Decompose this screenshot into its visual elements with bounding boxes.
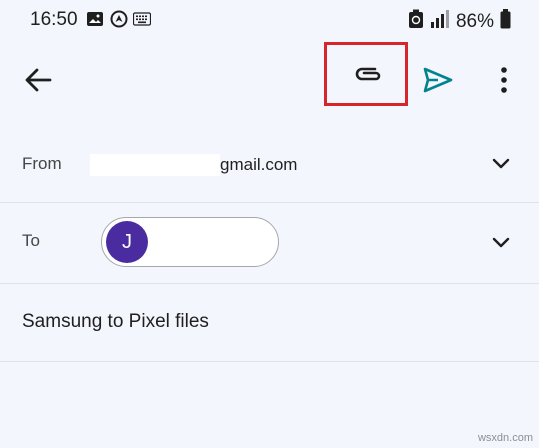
redacted-text [90, 154, 220, 176]
chevron-down-icon[interactable] [491, 233, 511, 253]
subject-text[interactable]: Samsung to Pixel files [22, 311, 209, 333]
from-field[interactable]: From gmail.com [0, 126, 539, 202]
to-label: To [22, 231, 40, 250]
status-time: 16:50 [30, 9, 78, 30]
back-button[interactable] [22, 64, 54, 96]
divider [0, 361, 539, 362]
more-options-button[interactable] [492, 62, 516, 98]
subject-field[interactable]: Samsung to Pixel files [0, 284, 539, 362]
keyboard-icon [132, 12, 152, 31]
more-vert-icon [501, 67, 507, 93]
send-button[interactable] [420, 62, 456, 98]
from-label: From [22, 154, 62, 173]
compose-toolbar [0, 40, 539, 120]
recipient-chip[interactable]: J [101, 217, 279, 267]
avatar: J [106, 221, 148, 263]
paperclip-icon [355, 67, 381, 81]
battery-icon [500, 9, 511, 35]
status-bar: 16:50 86% [0, 0, 539, 40]
back-arrow-icon [25, 68, 52, 92]
battery-text: 86% [455, 11, 494, 32]
from-address: gmail.com [90, 154, 297, 176]
recycle-icon [408, 9, 424, 35]
location-icon [110, 10, 128, 33]
to-field[interactable]: To J [0, 203, 539, 283]
attach-button[interactable] [324, 42, 408, 106]
signal-icon [430, 10, 450, 34]
from-address-domain: gmail.com [220, 155, 298, 174]
chevron-down-icon[interactable] [491, 154, 511, 174]
redacted-text [158, 232, 258, 250]
watermark: wsxdn.com [477, 432, 533, 444]
image-icon [86, 10, 104, 33]
send-icon [423, 67, 453, 93]
